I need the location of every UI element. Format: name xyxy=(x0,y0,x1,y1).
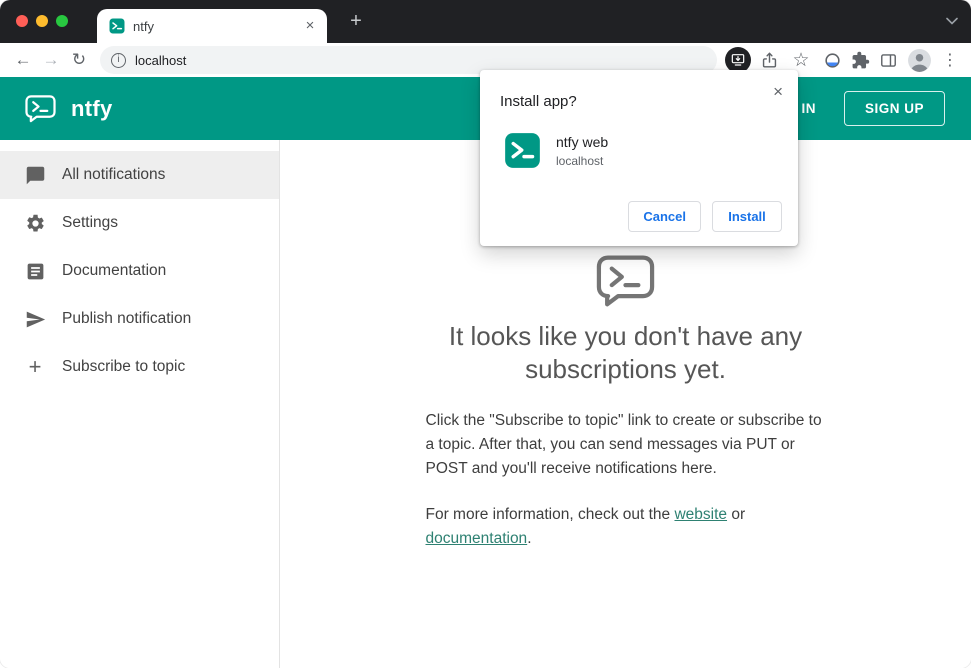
sidebar-item-settings[interactable]: Settings xyxy=(0,199,279,247)
extensions-puzzle-icon[interactable] xyxy=(851,51,870,70)
dialog-app-row: ntfy web localhost xyxy=(504,132,778,169)
tab-title: ntfy xyxy=(133,18,154,34)
address-text: localhost xyxy=(135,52,187,68)
extension-badge-icon[interactable] xyxy=(823,51,842,70)
dialog-actions: Cancel Install xyxy=(628,201,782,232)
more-menu-icon[interactable]: ⋮ xyxy=(941,47,959,73)
side-panel-icon[interactable] xyxy=(879,51,898,70)
browser-tab[interactable]: ntfy × xyxy=(97,9,327,43)
app-name: ntfy web xyxy=(556,133,609,150)
browser-window: ntfy × + ← → ↻ i localhost ☆ ⋮ ntfy IN S… xyxy=(0,0,971,668)
traffic-lights xyxy=(16,15,68,27)
book-icon xyxy=(23,261,47,282)
more-info-paragraph: For more information, check out the webs… xyxy=(426,503,826,551)
sidebar-item-publish-notification[interactable]: Publish notification xyxy=(0,295,279,343)
sidebar-item-subscribe-to-topic[interactable]: + Subscribe to topic xyxy=(0,343,279,391)
install-app-dialog: Install app? × ntfy web localhost Cancel… xyxy=(480,70,798,246)
dialog-close-icon[interactable]: × xyxy=(773,82,783,102)
app-title: ntfy xyxy=(71,95,113,121)
forward-button[interactable]: → xyxy=(38,47,64,73)
empty-state-paragraph: Click the "Subscribe to topic" link to c… xyxy=(425,411,822,477)
website-link[interactable]: website xyxy=(674,506,727,523)
sidebar: All notifications Settings Documentation… xyxy=(0,140,280,668)
sidebar-item-label: Documentation xyxy=(62,262,167,279)
plus-icon: + xyxy=(28,354,42,379)
install-button[interactable]: Install xyxy=(712,201,782,232)
tab-strip: ntfy × + xyxy=(0,0,971,43)
minimize-window-button[interactable] xyxy=(36,15,48,27)
documentation-link[interactable]: documentation xyxy=(426,530,528,547)
site-info-icon[interactable]: i xyxy=(111,52,126,68)
more-info-text: or xyxy=(727,505,746,523)
sidebar-item-label: All notifications xyxy=(62,166,166,183)
sidebar-item-label: Subscribe to topic xyxy=(62,358,186,375)
reload-button[interactable]: ↻ xyxy=(66,47,92,73)
profile-avatar[interactable] xyxy=(907,48,932,73)
empty-state-heading: It looks like you don't have any subscri… xyxy=(448,321,803,385)
gear-icon xyxy=(23,213,47,234)
more-info-text: For more information, check out the xyxy=(425,505,675,523)
share-icon[interactable] xyxy=(760,51,779,70)
zoom-window-button[interactable] xyxy=(56,15,68,27)
close-window-button[interactable] xyxy=(16,15,28,27)
sidebar-item-all-notifications[interactable]: All notifications xyxy=(0,151,279,199)
chat-bubble-icon xyxy=(23,165,47,186)
back-button[interactable]: ← xyxy=(10,47,36,73)
sidebar-item-documentation[interactable]: Documentation xyxy=(0,247,279,295)
send-icon xyxy=(23,309,47,330)
new-tab-button[interactable]: + xyxy=(343,9,369,35)
more-info-text: . xyxy=(527,529,532,547)
ntfy-favicon-icon xyxy=(109,18,125,34)
sign-up-button[interactable]: SIGN UP xyxy=(843,91,945,126)
tab-close-icon[interactable]: × xyxy=(301,17,319,35)
app-origin: localhost xyxy=(556,153,604,168)
tab-search-chevron-icon[interactable] xyxy=(946,17,958,25)
sidebar-item-label: Settings xyxy=(62,214,119,231)
ntfy-logo-icon xyxy=(24,94,57,123)
ntfy-empty-state-icon xyxy=(594,253,657,308)
dialog-app-text: ntfy web localhost xyxy=(556,134,608,168)
dialog-title: Install app? xyxy=(500,93,577,110)
cancel-button[interactable]: Cancel xyxy=(628,201,701,232)
ntfy-app-icon xyxy=(504,132,541,169)
sidebar-item-label: Publish notification xyxy=(62,310,192,327)
